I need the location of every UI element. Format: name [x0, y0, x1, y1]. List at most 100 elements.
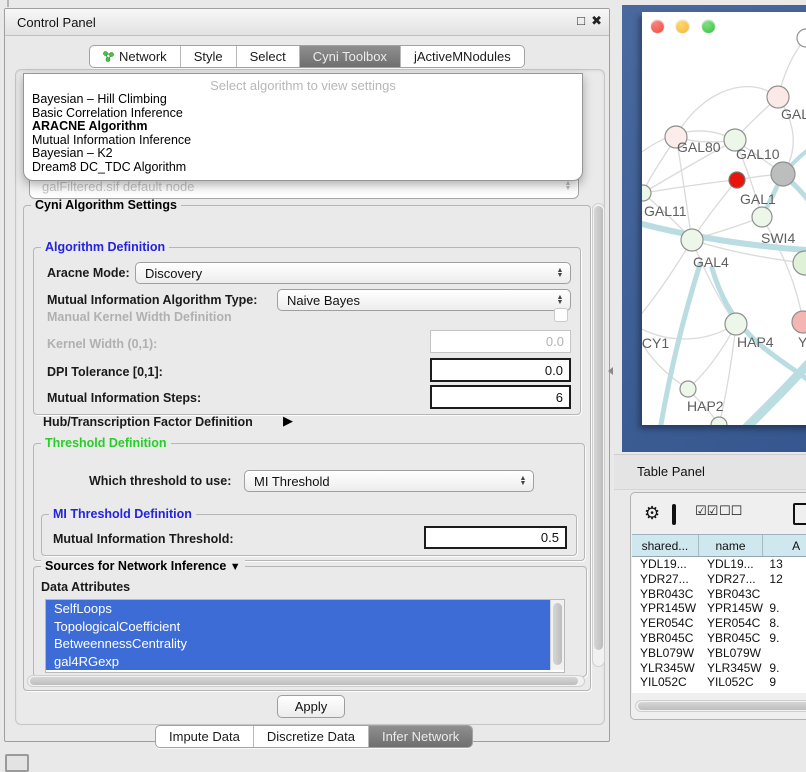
table-row[interactable]: YBL079WYBL079W	[632, 646, 806, 661]
tab-impute-data[interactable]: Impute Data	[156, 726, 254, 747]
table-cell: YBR045C	[632, 631, 699, 646]
network-node[interactable]	[729, 172, 745, 188]
table-cell	[763, 646, 806, 661]
mi-threshold-input[interactable]: 0.5	[424, 526, 567, 549]
network-node[interactable]	[797, 29, 806, 47]
node-label: GAL1	[740, 191, 776, 207]
tab-label: Infer Network	[382, 729, 459, 744]
network-node-swi4[interactable]	[793, 251, 806, 275]
column-header[interactable]: shared...	[632, 535, 699, 556]
settings-vertical-scrollbar[interactable]	[592, 203, 605, 667]
node-label: GAL10	[736, 146, 780, 162]
sources-title[interactable]: Sources for Network Inference ▼	[41, 559, 245, 573]
column-header[interactable]: name	[699, 535, 763, 556]
table-row[interactable]: YLR345WYLR345W9.	[632, 661, 806, 676]
attribute-list-item[interactable]: BetweennessCentrality	[46, 635, 558, 653]
tab-network[interactable]: Network	[90, 46, 181, 67]
network-node-gal4[interactable]	[681, 229, 703, 251]
network-graph[interactable]: GAL7GAL80GAL10GAL1GAL11GAL4SWI4GCY1HAP4Y…	[642, 12, 806, 425]
network-node[interactable]	[711, 417, 727, 425]
tab-jactivemnodules[interactable]: jActiveMNodules	[401, 46, 524, 67]
tab-label: Discretize Data	[267, 729, 355, 744]
network-node-gal7[interactable]	[767, 86, 789, 108]
sources-title-text: Sources for Network Inference	[45, 559, 226, 573]
table-row[interactable]: YDR27...YDR27...12	[632, 572, 806, 587]
table-row[interactable]: YDL19...YDL19...13	[632, 557, 806, 572]
table-cell	[763, 587, 806, 602]
node-label: GAL7	[781, 106, 806, 122]
settings-horizontal-scrollbar[interactable]	[27, 675, 585, 687]
settings-gear-icon[interactable]: ⚙	[644, 503, 660, 524]
table-horizontal-scrollbar[interactable]	[635, 700, 806, 712]
table-options-icon[interactable]	[793, 503, 806, 525]
attribute-list-item[interactable]: SelfLoops	[46, 600, 558, 618]
mi-threshold-definition-title: MI Threshold Definition	[49, 507, 196, 521]
kernel-width-value: 0.0	[546, 334, 564, 349]
algorithm-dropdown-placeholder: Select algorithm to view settings	[24, 74, 582, 93]
table-cell: YBR043C	[632, 587, 699, 602]
aracne-mode-combobox[interactable]: Discovery ▲▼	[135, 262, 571, 284]
attribute-list-item[interactable]: TopologicalCoefficient	[46, 618, 558, 636]
combo-arrows-icon: ▲▼	[556, 295, 564, 305]
network-node-ybr0[interactable]	[792, 311, 806, 333]
table-cell: YDL19...	[632, 557, 699, 572]
split-columns-icon[interactable]	[672, 504, 676, 525]
deselect-all-checkboxes-icon[interactable]: ☐☐	[719, 504, 742, 519]
dropdown-item[interactable]: Basic Correlation Inference	[24, 107, 582, 121]
cyni-bottom-tabs: Impute Data Discretize Data Infer Network	[155, 725, 473, 748]
attributes-vertical-scrollbar[interactable]	[550, 600, 564, 670]
mi-steps-input[interactable]: 6	[430, 385, 571, 409]
which-threshold-value: MI Threshold	[254, 474, 330, 489]
dpi-tolerance-label: DPI Tolerance [0,1]:	[47, 365, 163, 379]
mi-algorithm-type-combobox[interactable]: Naive Bayes ▲▼	[277, 289, 571, 311]
table-row[interactable]: YER054CYER054C8.	[632, 616, 806, 631]
network-node-hap2[interactable]	[680, 381, 696, 397]
panel-splitter-handle[interactable]	[608, 367, 613, 375]
algorithm-dropdown-list: Select algorithm to view settings Bayesi…	[23, 73, 583, 181]
dropdown-item[interactable]: Bayesian – Hill Climbing	[24, 93, 582, 107]
attribute-list-item[interactable]: gal4RGexp	[46, 653, 558, 671]
network-view-window[interactable]: GAL7GAL80GAL10GAL1GAL11GAL4SWI4GCY1HAP4Y…	[622, 5, 806, 452]
grip-button[interactable]	[5, 754, 29, 772]
table-row[interactable]: YBR043CYBR043C	[632, 587, 806, 602]
tab-label: Impute Data	[169, 729, 240, 744]
kernel-width-input[interactable]: 0.0	[430, 330, 571, 353]
dropdown-item[interactable]: Mutual Information Inference	[24, 134, 582, 148]
aracne-mode-label: Aracne Mode:	[47, 266, 130, 280]
table-panel: ⚙ ☑☑ ☐☐ shared...nameA YDL19...YDL19...1…	[630, 492, 806, 720]
dropdown-item[interactable]: Bayesian – K2	[24, 147, 582, 161]
close-panel-icon[interactable]: ✖	[591, 13, 602, 29]
tab-style[interactable]: Style	[181, 46, 237, 67]
control-panel-titlebar[interactable]: Control Panel □ ✖	[5, 9, 609, 36]
network-node[interactable]	[771, 162, 795, 186]
tab-cyni-toolbox[interactable]: Cyni Toolbox	[300, 46, 401, 67]
manual-kernel-width-checkbox[interactable]	[554, 308, 568, 322]
table-cell: YDL19...	[699, 557, 763, 572]
column-header[interactable]: A	[763, 535, 806, 556]
table-row[interactable]: YPR145WYPR145W9.	[632, 601, 806, 616]
network-edge[interactable]	[643, 180, 737, 193]
network-node-gal1[interactable]	[752, 207, 772, 227]
dropdown-item[interactable]: ARACNE Algorithm	[24, 120, 582, 134]
table-cell: YIL052C	[632, 675, 699, 690]
network-node-hap4[interactable]	[725, 313, 747, 335]
tab-discretize-data[interactable]: Discretize Data	[254, 726, 369, 747]
hub-definition-label[interactable]: Hub/Transcription Factor Definition	[43, 415, 253, 429]
tab-infer-network[interactable]: Infer Network	[369, 726, 472, 747]
dropdown-item[interactable]: Dream8 DC_TDC Algorithm	[24, 161, 582, 175]
dpi-tolerance-value: 0.0	[545, 363, 563, 378]
data-attributes-list: SelfLoopsTopologicalCoefficientBetweenne…	[45, 599, 565, 673]
collapse-down-icon[interactable]: ▼	[230, 561, 241, 573]
network-icon	[103, 51, 114, 62]
tab-select[interactable]: Select	[237, 46, 300, 67]
table-row[interactable]: YIL052CYIL052C9	[632, 675, 806, 690]
apply-button[interactable]: Apply	[277, 695, 345, 718]
tab-label: Select	[250, 49, 286, 64]
dpi-tolerance-input[interactable]: 0.0	[430, 358, 571, 382]
tab-label: Network	[119, 49, 167, 64]
float-window-icon[interactable]: □	[577, 13, 585, 28]
table-row[interactable]: YBR045CYBR045C9.	[632, 631, 806, 646]
expander-right-icon[interactable]: ▶	[283, 413, 293, 429]
which-threshold-combobox[interactable]: MI Threshold ▲▼	[244, 470, 534, 492]
select-all-checkboxes-icon[interactable]: ☑☑	[695, 504, 718, 519]
